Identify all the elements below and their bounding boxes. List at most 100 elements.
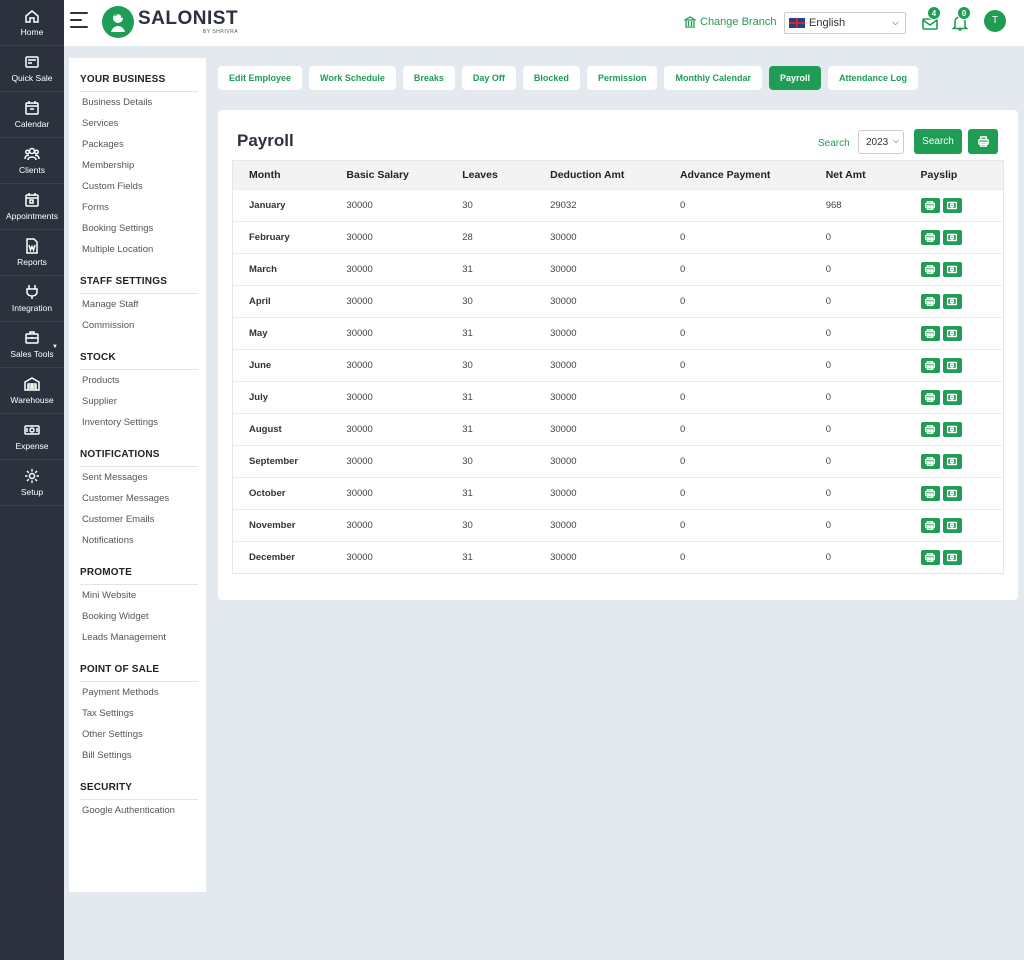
settings-link-google-authentication[interactable]: Google Authentication: [80, 800, 198, 821]
table-cell: 0: [809, 445, 905, 478]
tab-edit-employee[interactable]: Edit Employee: [218, 66, 303, 90]
nav-item-quick-sale[interactable]: Quick Sale: [0, 46, 64, 92]
cash-payslip-icon[interactable]: [942, 390, 962, 405]
settings-link-payment-methods[interactable]: Payment Methods: [80, 682, 198, 703]
table-cell: 30000: [330, 317, 447, 350]
table-row: May 30000 31 30000 0 0: [232, 317, 1004, 350]
nav-item-sales-tools[interactable]: Sales Tools ▼: [0, 322, 64, 368]
settings-link-other-settings[interactable]: Other Settings: [80, 724, 198, 745]
settings-link-multiple-location[interactable]: Multiple Location: [80, 239, 198, 260]
menu-toggle-icon[interactable]: [70, 12, 88, 32]
nav-item-reports[interactable]: Reports: [0, 230, 64, 276]
print-payslip-icon[interactable]: [920, 326, 940, 341]
language-select[interactable]: English ⌵: [784, 12, 906, 34]
settings-link-booking-settings[interactable]: Booking Settings: [80, 218, 198, 239]
print-payslip-icon[interactable]: [920, 486, 940, 501]
nav-item-integration[interactable]: Integration: [0, 276, 64, 322]
print-payslip-icon[interactable]: [920, 262, 940, 277]
settings-link-bill-settings[interactable]: Bill Settings: [80, 745, 198, 766]
tab-permission[interactable]: Permission: [586, 66, 658, 90]
settings-link-manage-staff[interactable]: Manage Staff: [80, 294, 198, 315]
nav-item-home[interactable]: Home: [0, 0, 64, 46]
settings-link-notifications[interactable]: Notifications: [80, 530, 198, 551]
settings-link-tax-settings[interactable]: Tax Settings: [80, 703, 198, 724]
notifications-button[interactable]: 0: [951, 6, 971, 32]
cash-payslip-icon[interactable]: [942, 198, 962, 213]
settings-link-supplier[interactable]: Supplier: [80, 391, 198, 412]
table-cell: 30000: [534, 317, 664, 350]
print-payslip-icon[interactable]: [920, 390, 940, 405]
nav-item-warehouse[interactable]: Warehouse: [0, 368, 64, 414]
settings-link-commission[interactable]: Commission: [80, 315, 198, 336]
nav-item-expense[interactable]: Expense: [0, 414, 64, 460]
settings-link-sent-messages[interactable]: Sent Messages: [80, 467, 198, 488]
cash-payslip-icon[interactable]: [942, 262, 962, 277]
print-button[interactable]: [968, 129, 998, 154]
table-cell: 30000: [534, 381, 664, 414]
tab-breaks[interactable]: Breaks: [402, 66, 455, 90]
table-cell: 30000: [330, 509, 447, 542]
nav-item-calendar[interactable]: Calendar: [0, 92, 64, 138]
avatar[interactable]: T: [984, 10, 1006, 32]
cash-payslip-icon[interactable]: [942, 358, 962, 373]
tab-attendance-log[interactable]: Attendance Log: [828, 66, 919, 90]
nav-item-appointments[interactable]: Appointments: [0, 184, 64, 230]
mail-button[interactable]: 4: [921, 6, 941, 32]
employee-tabs: Edit Employee Work Schedule Breaks Day Off B…: [218, 66, 925, 90]
print-payslip-icon[interactable]: [920, 454, 940, 469]
cash-payslip-icon[interactable]: [942, 550, 962, 565]
settings-link-packages[interactable]: Packages: [80, 134, 198, 155]
cash-payslip-icon[interactable]: [942, 326, 962, 341]
settings-link-customer-emails[interactable]: Customer Emails: [80, 509, 198, 530]
table-cell: 31: [446, 413, 535, 446]
table-cell: March: [232, 253, 331, 286]
settings-link-inventory-settings[interactable]: Inventory Settings: [80, 412, 198, 433]
change-branch-link[interactable]: Change Branch: [684, 16, 776, 28]
print-payslip-icon[interactable]: [920, 198, 940, 213]
tab-monthly-calendar[interactable]: Monthly Calendar: [664, 66, 762, 90]
print-payslip-icon[interactable]: [920, 294, 940, 309]
table-cell: 0: [809, 221, 905, 254]
print-payslip-icon[interactable]: [920, 518, 940, 533]
table-cell: August: [232, 413, 331, 446]
cash-payslip-icon[interactable]: [942, 518, 962, 533]
table-cell: 0: [663, 189, 810, 222]
search-button[interactable]: Search: [914, 129, 962, 154]
settings-link-membership[interactable]: Membership: [80, 155, 198, 176]
cash-payslip-icon[interactable]: [942, 486, 962, 501]
tab-blocked[interactable]: Blocked: [522, 66, 580, 90]
print-payslip-icon[interactable]: [920, 422, 940, 437]
table-cell: June: [232, 349, 331, 382]
settings-link-custom-fields[interactable]: Custom Fields: [80, 176, 198, 197]
cash-payslip-icon[interactable]: [942, 230, 962, 245]
year-select[interactable]: 2023 ⌵: [858, 130, 904, 154]
chevron-down-icon: ⌵: [892, 17, 899, 27]
table-cell: 30000: [534, 509, 664, 542]
tab-payroll[interactable]: Payroll: [768, 66, 821, 90]
nav-item-clients[interactable]: Clients: [0, 138, 64, 184]
settings-link-services[interactable]: Services: [80, 113, 198, 134]
table-cell: December: [232, 541, 331, 574]
table-cell: September: [232, 445, 331, 478]
settings-link-forms[interactable]: Forms: [80, 197, 198, 218]
cash-payslip-icon[interactable]: [942, 294, 962, 309]
table-cell: 30000: [534, 413, 664, 446]
nav-item-setup[interactable]: Setup: [0, 460, 64, 506]
tab-work-schedule[interactable]: Work Schedule: [309, 66, 396, 90]
settings-link-leads-management[interactable]: Leads Management: [80, 627, 198, 648]
tab-day-off[interactable]: Day Off: [461, 66, 516, 90]
cash-payslip-icon[interactable]: [942, 422, 962, 437]
cash-payslip-icon[interactable]: [942, 454, 962, 469]
settings-link-mini-website[interactable]: Mini Website: [80, 585, 198, 606]
plug-icon: [26, 285, 38, 299]
print-payslip-icon[interactable]: [920, 230, 940, 245]
settings-link-booking-widget[interactable]: Booking Widget: [80, 606, 198, 627]
table-cell: 30000: [534, 285, 664, 318]
settings-link-products[interactable]: Products: [80, 370, 198, 391]
print-payslip-icon[interactable]: [920, 358, 940, 373]
settings-link-business-details[interactable]: Business Details: [80, 92, 198, 113]
nav-item-label: Appointments: [6, 211, 58, 221]
settings-link-customer-messages[interactable]: Customer Messages: [80, 488, 198, 509]
print-payslip-icon[interactable]: [920, 550, 940, 565]
salonist-logo[interactable]: SALONIST BY SHRIVRA: [102, 6, 238, 38]
